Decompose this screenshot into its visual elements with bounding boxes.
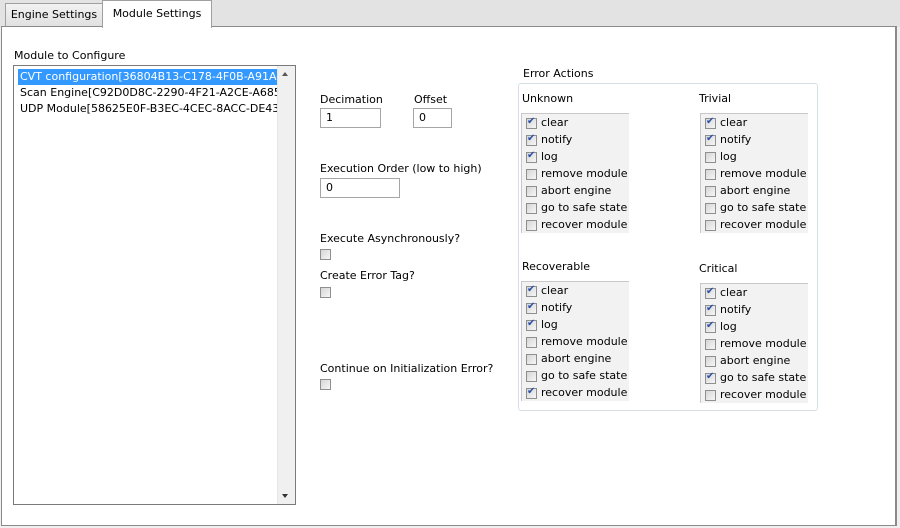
option-label: log [541,318,558,331]
option-label: recover module [541,386,628,399]
option-label: clear [720,116,748,129]
offset-label: Offset [414,93,448,106]
option-label: log [720,320,737,333]
error-group-unknown: clear notify log remove module abort engine g… [521,113,629,233]
option-label: go to safe state [541,201,628,214]
checkbox[interactable] [705,186,716,197]
error-group-critical-label: Critical [699,262,738,275]
checkbox[interactable] [705,169,716,180]
checkbox[interactable] [705,303,716,316]
checkbox[interactable] [526,186,537,197]
option-label: go to safe state [541,369,628,382]
option-label: notify [720,303,752,316]
checkbox[interactable] [705,152,716,163]
list-item[interactable]: UDP Module[58625E0F-B3EC-4CEC-8ACC-DE43A [18,101,280,117]
checkbox[interactable] [705,356,716,367]
module-to-configure-label: Module to Configure [14,49,126,62]
checkbox[interactable] [526,318,537,331]
option-label: remove module [720,167,807,180]
checkbox[interactable] [526,386,537,399]
option-label: recover module [720,218,807,231]
continue-on-init-error-checkbox[interactable] [320,379,331,390]
option-label: clear [720,286,748,299]
list-item[interactable]: Scan Engine[C92D0D8C-2290-4F21-A2CE-A685… [18,85,280,101]
listbox-scrollbar[interactable] [277,66,295,504]
checkbox[interactable] [526,284,537,297]
execute-async-label: Execute Asynchronously? [320,232,461,245]
error-group-critical: clear notify log remove module abort engine g… [700,283,808,403]
option-label: recover module [720,388,807,401]
checkbox[interactable] [526,116,537,129]
option-label: go to safe state [720,201,807,214]
checkbox[interactable] [705,371,716,384]
list-item[interactable]: CVT configuration[36804B13-C178-4F0B-A91… [18,69,280,85]
tab-engine-settings[interactable]: Engine Settings [5,3,103,27]
checkbox[interactable] [705,339,716,350]
checkbox[interactable] [526,169,537,180]
checkbox[interactable] [526,203,537,214]
option-label: abort engine [720,184,791,197]
checkbox[interactable] [705,390,716,401]
option-label: clear [541,284,569,297]
option-label: remove module [541,167,628,180]
checkbox[interactable] [526,354,537,365]
option-label: notify [720,133,752,146]
option-label: recover module [541,218,628,231]
tab-strip: Engine Settings Module Settings [0,0,900,28]
decimation-input[interactable]: 1 [320,108,381,128]
scroll-up-arrow-icon[interactable] [282,72,288,76]
checkbox[interactable] [526,150,537,163]
continue-on-init-error-label: Continue on Initialization Error? [320,362,494,375]
option-label: go to safe state [720,371,807,384]
option-label: notify [541,133,573,146]
option-label: remove module [720,337,807,350]
checkbox[interactable] [705,203,716,214]
checkbox[interactable] [526,337,537,348]
checkbox[interactable] [526,371,537,382]
offset-input[interactable]: 0 [413,108,452,128]
option-label: remove module [541,335,628,348]
error-actions-title: Error Actions [523,67,594,80]
checkbox[interactable] [526,133,537,146]
option-label: abort engine [541,184,612,197]
scroll-down-arrow-icon[interactable] [282,494,288,498]
checkbox[interactable] [705,320,716,333]
checkbox[interactable] [705,116,716,129]
checkbox[interactable] [705,133,716,146]
checkbox[interactable] [526,220,537,231]
create-error-tag-checkbox[interactable] [320,287,331,298]
error-group-trivial: clear notify log remove module abort engine g… [700,113,808,233]
execute-async-checkbox[interactable] [320,249,331,260]
option-label: abort engine [720,354,791,367]
error-group-unknown-label: Unknown [522,92,574,105]
checkbox[interactable] [526,301,537,314]
decimation-label: Decimation [320,93,383,106]
error-group-recoverable: clear notify log remove module abort engine g… [521,281,629,401]
checkbox[interactable] [705,286,716,299]
error-group-trivial-label: Trivial [699,92,732,105]
tab-module-settings[interactable]: Module Settings [102,0,212,28]
option-label: clear [541,116,569,129]
error-group-recoverable-label: Recoverable [522,260,591,273]
execution-order-input[interactable]: 0 [320,178,400,198]
module-listbox[interactable]: CVT configuration[36804B13-C178-4F0B-A91… [13,65,296,505]
option-label: log [541,150,558,163]
create-error-tag-label: Create Error Tag? [320,269,415,282]
option-label: notify [541,301,573,314]
option-label: abort engine [541,352,612,365]
execution-order-label: Execution Order (low to high) [320,162,482,175]
checkbox[interactable] [705,220,716,231]
option-label: log [720,150,737,163]
